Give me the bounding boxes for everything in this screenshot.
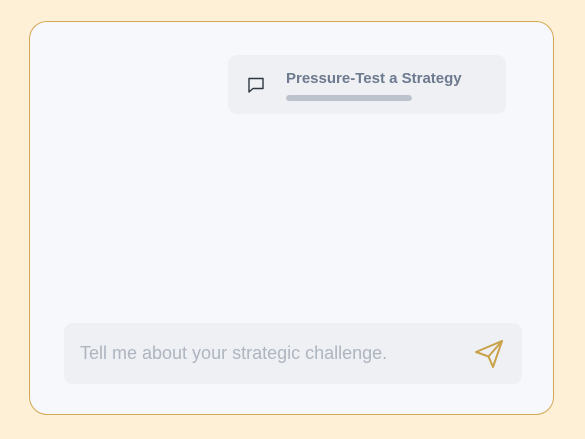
conversation-title: Pressure-Test a Strategy [286, 70, 462, 87]
send-button[interactable] [472, 337, 506, 371]
send-icon [472, 340, 506, 374]
conversation-progress-fill [286, 95, 412, 101]
message-input[interactable] [80, 333, 460, 373]
chat-panel: Pressure-Test a Strategy [29, 21, 554, 415]
conversation-progress-bar [286, 95, 412, 101]
conversation-card[interactable]: Pressure-Test a Strategy [228, 55, 506, 114]
chat-bubble-icon [246, 75, 266, 95]
message-composer [64, 323, 522, 384]
